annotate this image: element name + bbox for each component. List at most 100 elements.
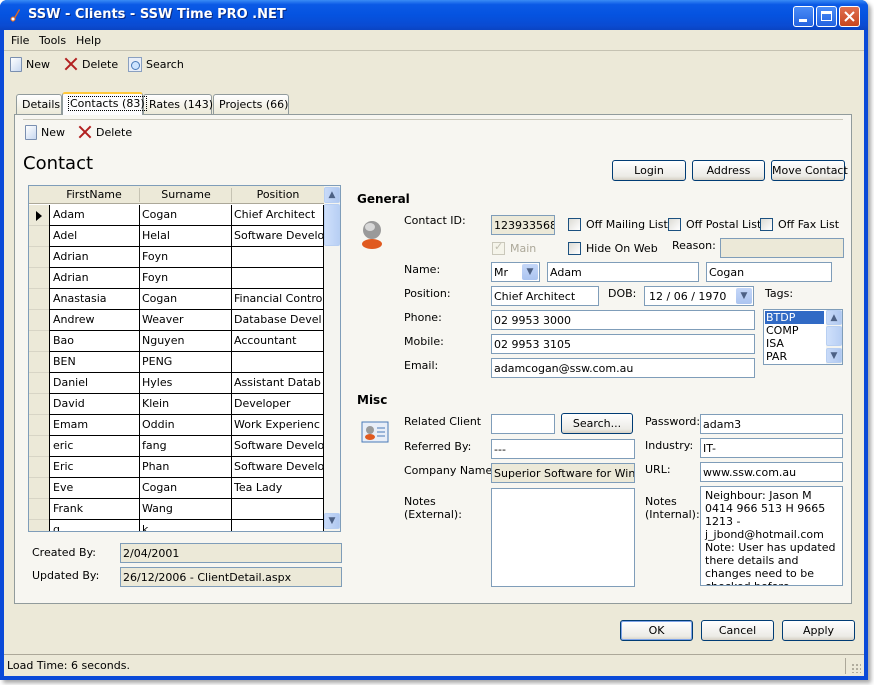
off-mailing-list-label[interactable]: Off Mailing List (586, 218, 668, 231)
table-cell-position[interactable]: Assistant Datab (231, 373, 324, 394)
scroll-thumb[interactable] (324, 204, 340, 246)
hide-on-web-checkbox[interactable] (568, 242, 581, 255)
table-cell-position[interactable] (231, 499, 324, 520)
table-cell-firstname[interactable]: g (49, 520, 140, 531)
close-button[interactable] (839, 6, 860, 27)
row-header[interactable] (29, 415, 49, 436)
scroll-up-button[interactable]: ▲ (826, 310, 842, 325)
tab-rates[interactable]: Rates (143) (143, 94, 213, 114)
password-field[interactable]: adam3 (700, 414, 843, 434)
notes-internal-textarea[interactable]: Neighbour: Jason M 0414 966 513 H 9665 1… (700, 486, 843, 586)
tags-scrollbar[interactable]: ▲ ▼ (826, 310, 842, 364)
resize-grip-icon[interactable] (851, 663, 861, 673)
table-cell-firstname[interactable]: Adrian (49, 268, 140, 289)
table-cell-surname[interactable]: Foyn (139, 247, 232, 268)
table-cell-firstname[interactable]: Anastasia (49, 289, 140, 310)
row-header[interactable] (29, 310, 49, 331)
title-bar[interactable]: SSW - Clients - SSW Time PRO .NET (0, 0, 868, 30)
tags-listbox[interactable]: BTDP COMP ISA PAR ▲ ▼ (763, 309, 843, 365)
tab-contacts[interactable]: Contacts (83) (62, 92, 147, 115)
table-cell-position[interactable]: Software Develo (231, 226, 324, 247)
cancel-button[interactable]: Cancel (701, 620, 774, 641)
maximize-button[interactable] (816, 6, 837, 27)
table-cell-position[interactable]: Chief Architect (231, 205, 324, 226)
table-row[interactable]: Eric Phan Software Develo (29, 457, 325, 478)
dob-picker[interactable]: 12 / 06 / 1970 ▼ (644, 286, 754, 306)
column-header-position[interactable]: Position (232, 188, 324, 201)
industry-field[interactable]: IT- (700, 438, 843, 458)
ok-button[interactable]: OK (620, 620, 693, 641)
row-header[interactable] (29, 394, 49, 415)
reason-field[interactable] (720, 238, 844, 258)
table-cell-surname[interactable]: Weaver (139, 310, 232, 331)
scroll-thumb[interactable] (826, 326, 842, 346)
table-cell-firstname[interactable]: David (49, 394, 140, 415)
move-contact-button[interactable]: Move Contact (771, 160, 848, 181)
table-cell-position[interactable]: Software Develo (231, 436, 324, 457)
contacts-grid[interactable]: FirstName Surname Position Adam Cogan Chie… (28, 185, 341, 532)
table-cell-firstname[interactable]: Emam (49, 415, 140, 436)
search-button[interactable]: Search (128, 57, 184, 72)
table-cell-position[interactable] (231, 247, 324, 268)
table-cell-surname[interactable]: fang (139, 436, 232, 457)
table-cell-surname[interactable]: Cogan (139, 478, 232, 499)
calendar-dropdown-icon[interactable]: ▼ (736, 288, 752, 304)
table-cell-position[interactable]: Accountant (231, 331, 324, 352)
table-row[interactable]: BEN PENG (29, 352, 325, 373)
table-cell-firstname[interactable]: Eric (49, 457, 140, 478)
table-cell-position[interactable]: Database Devel (231, 310, 324, 331)
column-header-surname[interactable]: Surname (140, 188, 232, 201)
table-row[interactable]: Adrian Foyn (29, 268, 325, 289)
menu-file[interactable]: File (11, 34, 29, 47)
related-client-search-button[interactable]: Search... (561, 413, 633, 434)
table-cell-position[interactable]: Work Experienc (231, 415, 324, 436)
table-cell-firstname[interactable]: Frank (49, 499, 140, 520)
grid-scrollbar[interactable]: ▲ ▼ (324, 186, 340, 531)
row-header[interactable] (29, 478, 49, 499)
position-field[interactable]: Chief Architect (491, 286, 599, 306)
table-cell-firstname[interactable]: eric (49, 436, 140, 457)
table-row[interactable]: eric fang Software Develo (29, 436, 325, 457)
delete-button[interactable]: Delete (64, 57, 118, 71)
table-row[interactable]: Daniel Hyles Assistant Datab (29, 373, 325, 394)
tab-projects[interactable]: Projects (66) (213, 94, 289, 114)
row-header[interactable] (29, 226, 49, 247)
table-row[interactable]: Adrian Foyn (29, 247, 325, 268)
scroll-up-button[interactable]: ▲ (324, 187, 340, 203)
table-row[interactable]: Frank Wang (29, 499, 325, 520)
scroll-down-button[interactable]: ▼ (324, 513, 340, 529)
table-cell-firstname[interactable]: BEN (49, 352, 140, 373)
title-dropdown[interactable]: Mr ▼ (491, 262, 540, 282)
chevron-down-icon[interactable]: ▼ (522, 264, 538, 280)
first-name-field[interactable]: Adam (547, 262, 699, 282)
table-cell-surname[interactable]: Helal (139, 226, 232, 247)
related-client-field[interactable] (491, 414, 555, 434)
tag-option[interactable]: PAR (765, 350, 824, 363)
hide-on-web-label[interactable]: Hide On Web (586, 242, 658, 255)
table-cell-surname[interactable]: Nguyen (139, 331, 232, 352)
row-header[interactable] (29, 436, 49, 457)
off-postal-list-label[interactable]: Off Postal List (686, 218, 761, 231)
off-fax-list-checkbox[interactable] (760, 218, 773, 231)
table-cell-surname[interactable]: Phan (139, 457, 232, 478)
table-cell-firstname[interactable]: Adam (49, 205, 140, 226)
row-header[interactable] (29, 205, 49, 226)
table-cell-firstname[interactable]: Adel (49, 226, 140, 247)
table-row[interactable]: Emam Oddin Work Experienc (29, 415, 325, 436)
tag-option[interactable]: ISA (765, 337, 824, 350)
tag-option[interactable]: BTDP (765, 311, 824, 324)
off-postal-list-checkbox[interactable] (668, 218, 681, 231)
row-header[interactable] (29, 289, 49, 310)
table-row[interactable]: David Klein Developer (29, 394, 325, 415)
menu-help[interactable]: Help (76, 34, 101, 47)
table-cell-position[interactable]: Tea Lady (231, 478, 324, 499)
surname-field[interactable]: Cogan (706, 262, 832, 282)
table-cell-firstname[interactable]: Andrew (49, 310, 140, 331)
table-row[interactable]: Adel Helal Software Develo (29, 226, 325, 247)
table-cell-surname[interactable]: Foyn (139, 268, 232, 289)
contact-new-button[interactable]: New (25, 125, 65, 140)
tab-details[interactable]: Details (16, 94, 62, 114)
new-button[interactable]: New (10, 57, 50, 72)
off-fax-list-label[interactable]: Off Fax List (778, 218, 839, 231)
row-header[interactable] (29, 331, 49, 352)
